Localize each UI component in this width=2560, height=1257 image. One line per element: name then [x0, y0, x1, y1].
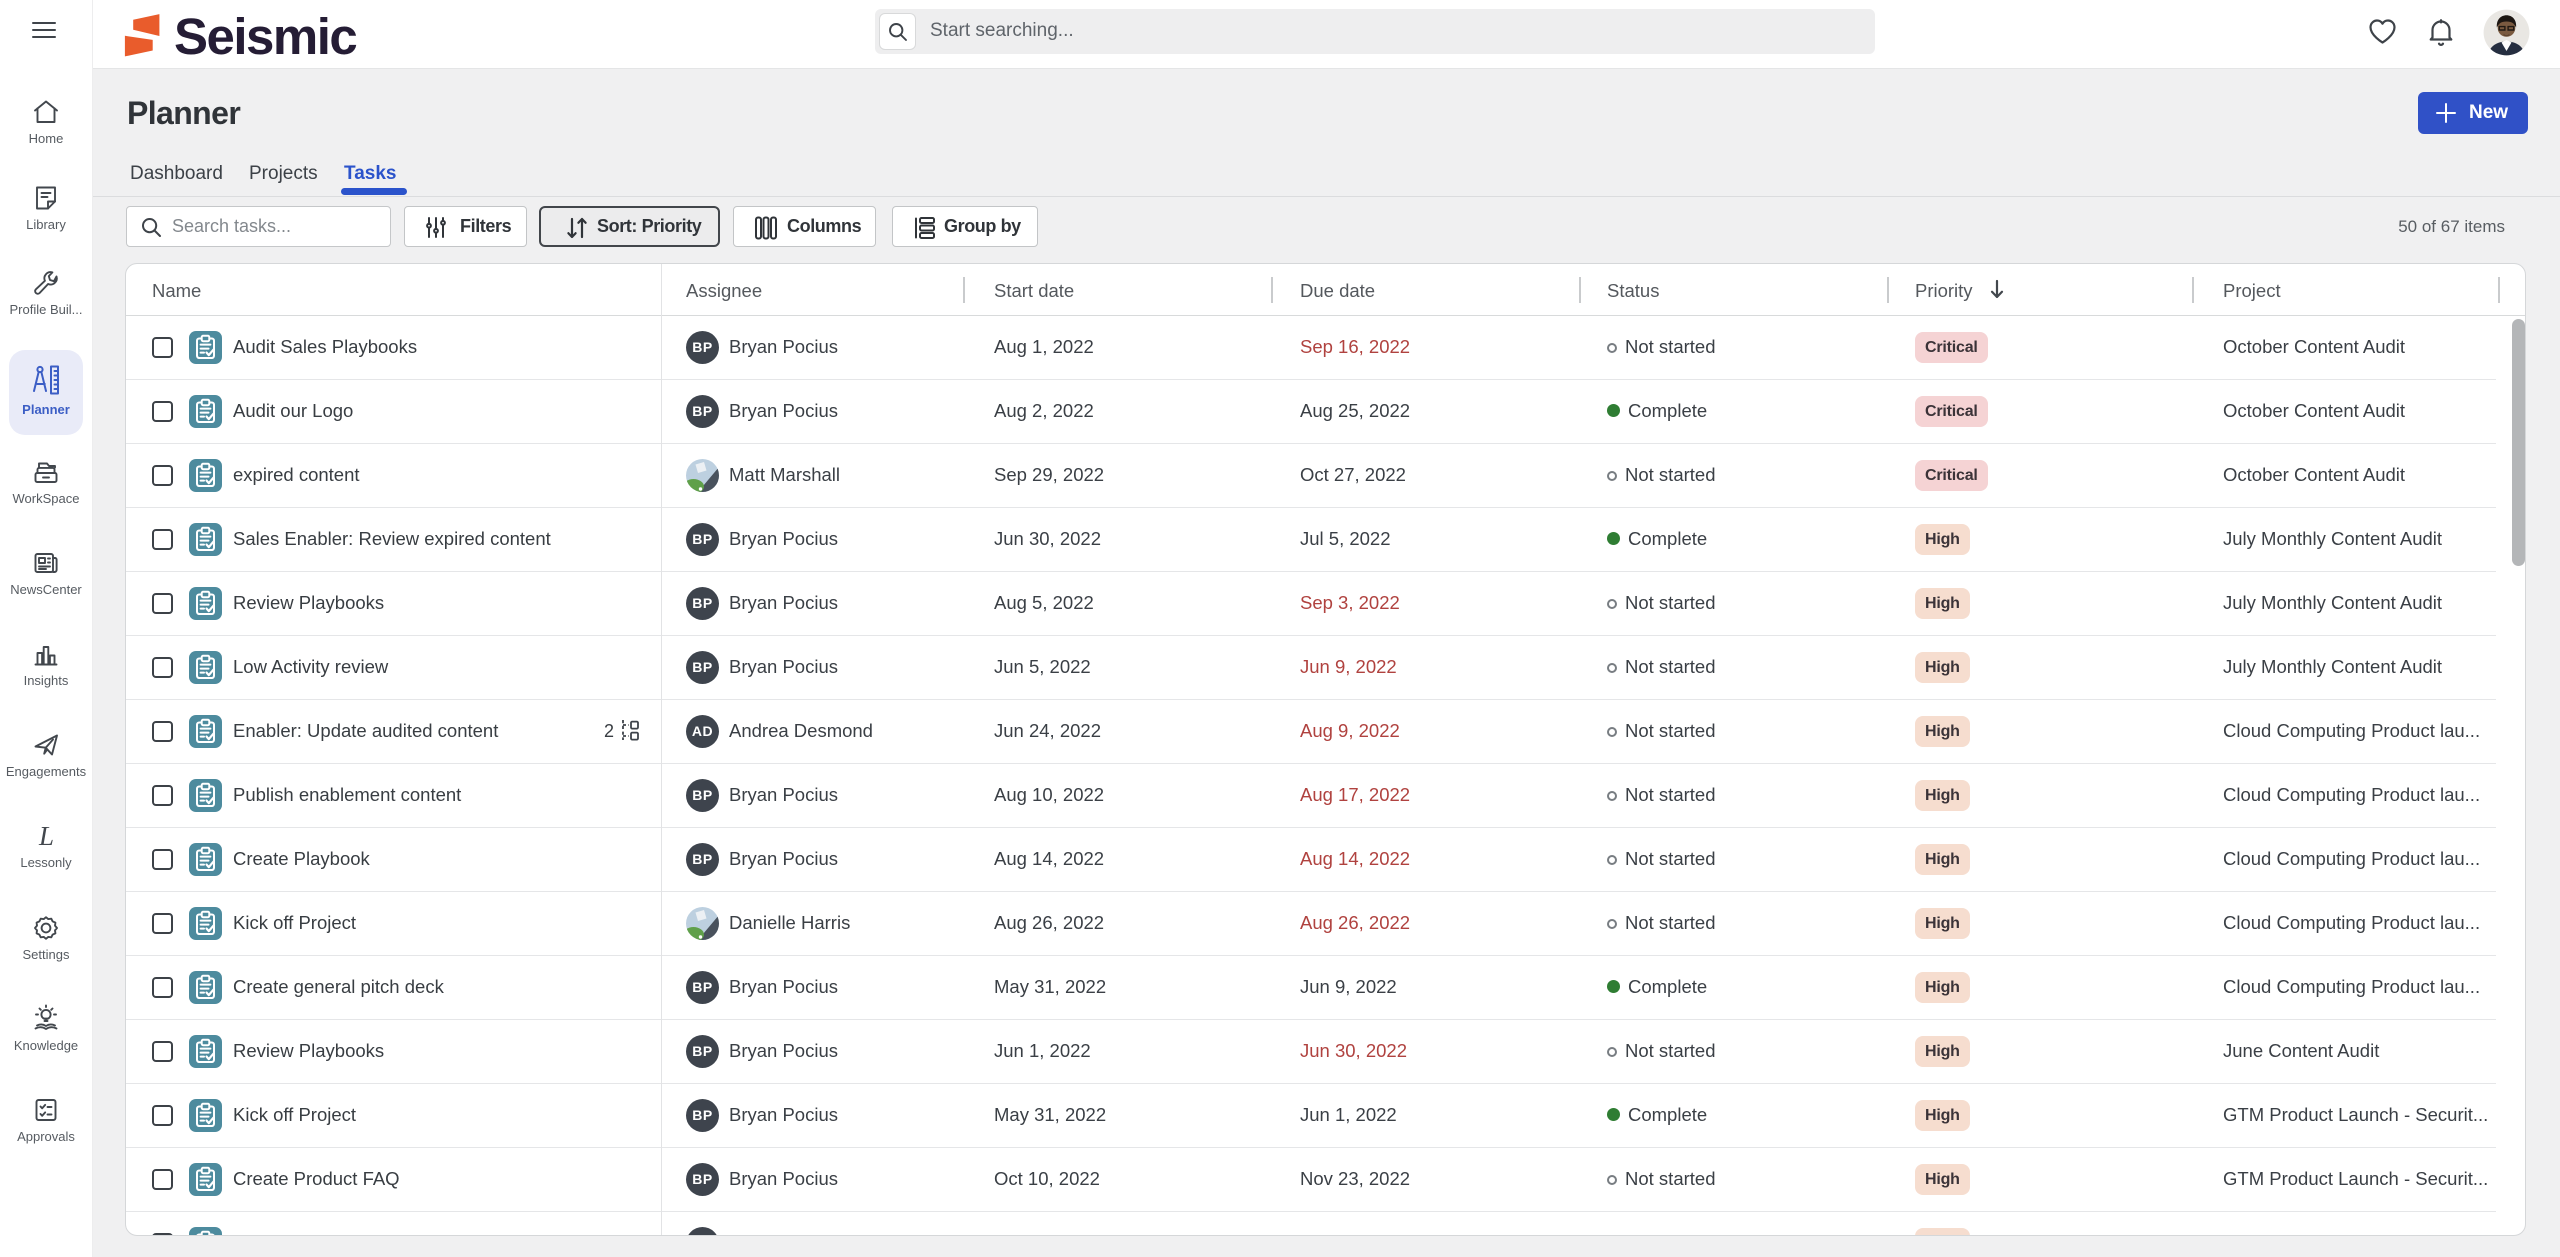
svg-text:L: L: [38, 821, 54, 851]
